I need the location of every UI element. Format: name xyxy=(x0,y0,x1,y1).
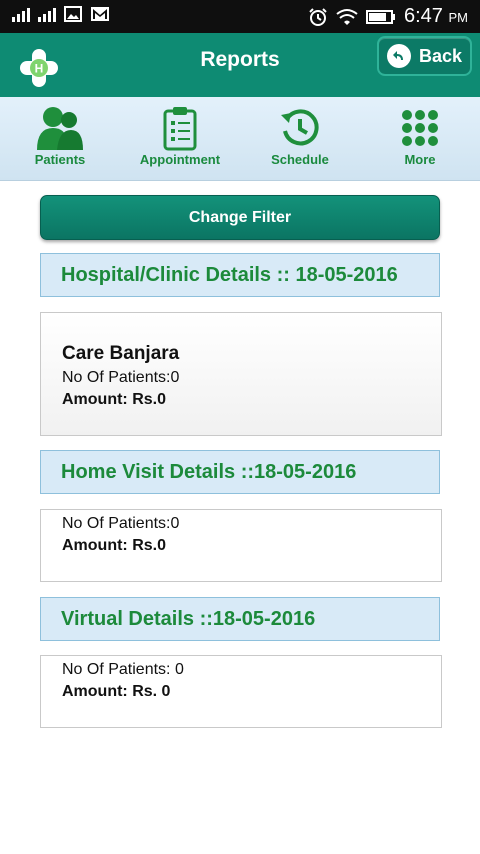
back-button[interactable]: Back xyxy=(377,36,472,76)
patients-count: No Of Patients:0 xyxy=(62,515,180,532)
nav-label: More xyxy=(404,152,436,167)
hospital-details-card: Care Banjara No Of Patients:0 Amount: Rs… xyxy=(40,312,442,436)
nav-label: Patients xyxy=(34,152,86,167)
nav-label: Appointment xyxy=(139,152,221,167)
virtual-details-header: Virtual Details ::18-05-2016 xyxy=(40,597,440,641)
amount-value: Amount: Rs.0 xyxy=(62,537,166,554)
hospital-details-header: Hospital/Clinic Details :: 18-05-2016 xyxy=(40,253,440,297)
clipboard-icon xyxy=(163,107,197,151)
history-clock-icon xyxy=(281,109,319,146)
status-left xyxy=(12,6,110,22)
status-time: 6:47 PM xyxy=(404,5,468,27)
nav-item-patients[interactable]: Patients xyxy=(0,97,120,181)
alarm-icon xyxy=(309,7,327,26)
patients-count: No Of Patients: 0 xyxy=(62,661,184,678)
nav-item-appointment[interactable]: Appointment xyxy=(120,97,240,181)
back-arrow-icon xyxy=(386,44,411,68)
app-bar: H Reports Back xyxy=(0,33,480,97)
clinic-name: Care Banjara xyxy=(62,343,180,364)
nav-item-more[interactable]: More xyxy=(360,97,480,181)
home-visit-details-card: No Of Patients:0 Amount: Rs.0 xyxy=(40,509,442,582)
home-visit-details-header: Home Visit Details ::18-05-2016 xyxy=(40,450,440,494)
gallery-icon xyxy=(64,6,82,22)
patients-icon xyxy=(37,107,83,150)
signal-icon xyxy=(38,6,56,22)
wifi-icon xyxy=(336,8,358,25)
change-filter-button[interactable]: Change Filter xyxy=(40,195,440,240)
back-button-label: Back xyxy=(418,45,463,66)
grid-dots-icon xyxy=(402,110,438,146)
nav-item-schedule[interactable]: Schedule xyxy=(240,97,360,181)
nav-label: Schedule xyxy=(271,152,329,167)
battery-icon xyxy=(366,9,395,24)
top-nav: Patients Appointment Schedule More xyxy=(0,97,480,181)
status-bar: 6:47 PM xyxy=(0,0,480,33)
signal-icon xyxy=(12,6,30,22)
patients-count: No Of Patients:0 xyxy=(62,369,180,386)
amount-value: Amount: Rs. 0 xyxy=(62,683,171,700)
virtual-details-card: No Of Patients: 0 Amount: Rs. 0 xyxy=(40,655,442,728)
gmail-icon xyxy=(91,7,109,21)
amount-value: Amount: Rs.0 xyxy=(62,391,166,408)
status-right: 6:47 PM xyxy=(308,5,468,28)
